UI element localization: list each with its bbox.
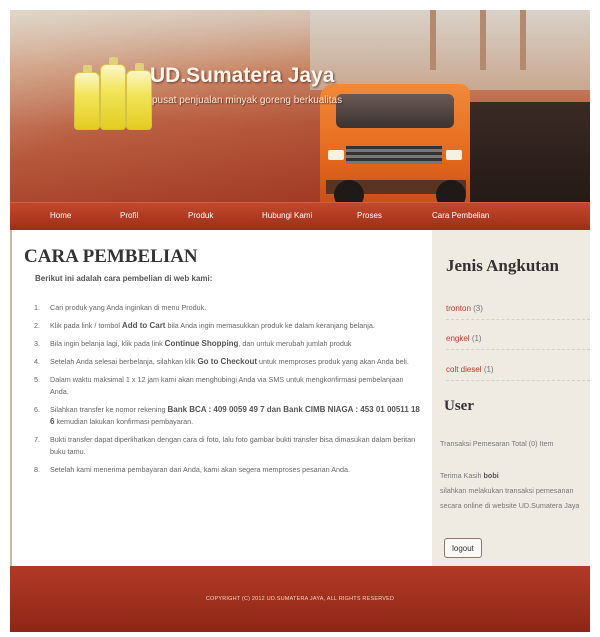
brand-title: UD.Sumatera Jaya <box>150 64 335 87</box>
list-item: 3. Bila ingin belanja lagi, klik pada lin… <box>34 339 352 348</box>
truck-cargo-box <box>470 102 590 202</box>
banner-backdrop <box>10 10 330 202</box>
warehouse-shelf <box>480 10 486 70</box>
nav-item-cara-pembelian[interactable]: Cara Pembelian <box>432 211 489 220</box>
list-item: 2. Klik pada link / tombol Add to Cart bi… <box>34 321 375 330</box>
truck-windshield <box>336 94 454 128</box>
truck-headlight <box>446 150 462 160</box>
oil-bottle-icon <box>74 65 100 130</box>
welcome-message: Terima Kasih bobi silahkan melakukan tra… <box>440 471 580 510</box>
truck-image <box>310 62 590 202</box>
user-heading: User <box>444 398 474 414</box>
category-count: (1) <box>483 365 494 374</box>
list-item: 4. Setelah Anda selesai berbelanja, silah… <box>34 357 409 366</box>
category-item-tronton[interactable]: tronton (3) <box>446 304 590 320</box>
main-nav: Home Profil Produk Hubungi Kami Proses C… <box>10 202 590 230</box>
category-link[interactable]: engkel <box>446 334 470 343</box>
category-link[interactable]: tronton <box>446 304 471 313</box>
truck-wheel <box>436 180 466 202</box>
truck-headlight <box>328 150 344 160</box>
nav-item-hubungi-kami[interactable]: Hubungi Kami <box>262 211 312 220</box>
page: UD.Sumatera Jaya pusat penjualan minyak … <box>10 10 590 632</box>
username: bobi <box>483 471 499 480</box>
category-count: (3) <box>473 304 483 313</box>
nav-item-proses[interactable]: Proses <box>357 211 382 220</box>
list-item: 6. Silahkan transfer ke nomor rekening Ba… <box>34 405 420 426</box>
sidebar: Jenis Angkutan tronton (3) engkel (1) co… <box>432 230 590 566</box>
list-item: 1. Cari produk yang Anda inginkan di menu… <box>34 303 207 312</box>
logout-button[interactable]: logout <box>444 538 482 558</box>
footer-copyright: COPYRIGHT (C) 2012 UD.SUMATERA JAYA, ALL… <box>205 596 395 602</box>
list-item: 5. Dalam waktu maksimal 1 x 12 jam kami a… <box>34 375 404 396</box>
nav-item-profil[interactable]: Profil <box>120 211 138 220</box>
nav-item-produk[interactable]: Produk <box>188 211 213 220</box>
nav-item-home[interactable]: Home <box>50 211 71 220</box>
footer: COPYRIGHT (C) 2012 UD.SUMATERA JAYA, ALL… <box>10 566 590 632</box>
purchase-steps-list: 1. Cari produk yang Anda inginkan di menu… <box>34 302 420 482</box>
jenis-angkutan-heading: Jenis Angkutan <box>446 256 559 275</box>
intro-text: Berikut ini adalah cara pembelian di web… <box>35 274 213 283</box>
main-content: CARA PEMBELIAN Berikut ini adalah cara p… <box>10 230 432 566</box>
warehouse-shelf <box>520 10 526 70</box>
oil-bottle-icon <box>100 57 126 130</box>
oil-bottle-icon <box>126 63 152 130</box>
truck-wheel <box>334 180 364 202</box>
order-summary: Transaksi Pemesaran Total (0) Item <box>440 439 554 448</box>
list-item: 8. Setelah kami menerima pembayaran dari … <box>34 465 351 474</box>
category-link[interactable]: colt diesel <box>446 365 482 374</box>
page-title: CARA PEMBELIAN <box>24 246 198 267</box>
oil-bottles-logo <box>70 54 160 130</box>
brand-tagline: pusat penjualan minyak goreng berkualita… <box>152 95 343 106</box>
category-count: (1) <box>471 334 482 343</box>
warehouse-shelf <box>430 10 436 70</box>
list-item: 7. Bukti transfer dapat diperlihatkan den… <box>34 435 416 456</box>
header-banner: UD.Sumatera Jaya pusat penjualan minyak … <box>10 10 590 202</box>
truck-grille <box>346 146 442 164</box>
category-item-colt-diesel[interactable]: colt diesel (1) <box>446 365 590 381</box>
category-item-engkel[interactable]: engkel (1) <box>446 334 590 350</box>
